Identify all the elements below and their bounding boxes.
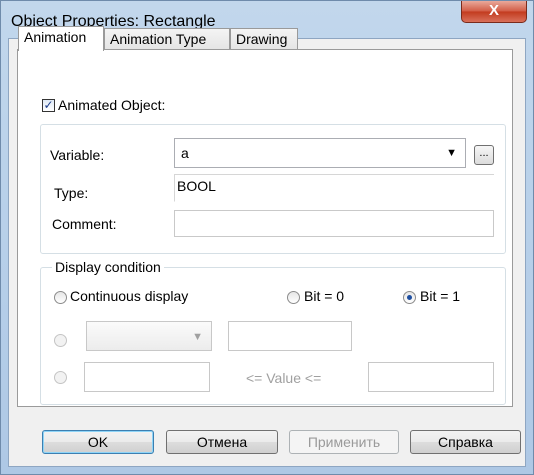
close-button[interactable]: X xyxy=(461,1,527,23)
type-label: Type: xyxy=(54,185,89,201)
comment-input[interactable] xyxy=(174,210,494,237)
selected-dot xyxy=(407,295,412,300)
variable-combobox[interactable]: a ▼ xyxy=(174,138,466,168)
range-radio[interactable] xyxy=(54,371,67,384)
apply-button[interactable]: Применить xyxy=(289,430,399,454)
continuous-display-label: Continuous display xyxy=(70,288,189,304)
browse-variable-button[interactable]: ... xyxy=(474,145,494,165)
condition-combobox[interactable]: ▼ xyxy=(86,321,212,351)
display-condition-legend: Display condition xyxy=(52,259,164,275)
bit0-label: Bit = 0 xyxy=(304,288,345,304)
bit1-radio[interactable] xyxy=(403,291,416,304)
range-label: <= Value <= xyxy=(246,370,322,386)
animated-object-checkbox[interactable]: ✓ xyxy=(42,99,55,112)
chevron-down-icon[interactable]: ▼ xyxy=(192,323,203,351)
ok-button[interactable]: OK xyxy=(42,430,154,454)
tab-animation-type[interactable]: Animation Type xyxy=(104,28,230,50)
close-icon: X xyxy=(488,2,499,19)
variable-value: a xyxy=(181,145,189,161)
chevron-down-icon[interactable]: ▼ xyxy=(446,139,457,167)
range-max-input[interactable] xyxy=(368,362,494,392)
checkmark-icon: ✓ xyxy=(43,98,54,112)
tab-animation[interactable]: Animation xyxy=(18,26,104,51)
range-min-input[interactable] xyxy=(84,362,210,392)
continuous-display-radio[interactable] xyxy=(54,291,67,304)
tab-drawing[interactable]: Drawing xyxy=(230,28,298,50)
comment-label: Comment: xyxy=(52,216,117,232)
animated-object-label: Animated Object: xyxy=(58,97,166,113)
cancel-button[interactable]: Отмена xyxy=(166,430,278,454)
bit1-label: Bit = 1 xyxy=(420,288,461,304)
variable-label: Variable: xyxy=(50,147,105,163)
help-button[interactable]: Справка xyxy=(410,430,521,454)
bit0-radio[interactable] xyxy=(287,291,300,304)
condition-value-input[interactable] xyxy=(228,321,352,351)
condition-combo-radio[interactable] xyxy=(54,334,67,347)
type-value-field: BOOL xyxy=(174,174,494,202)
